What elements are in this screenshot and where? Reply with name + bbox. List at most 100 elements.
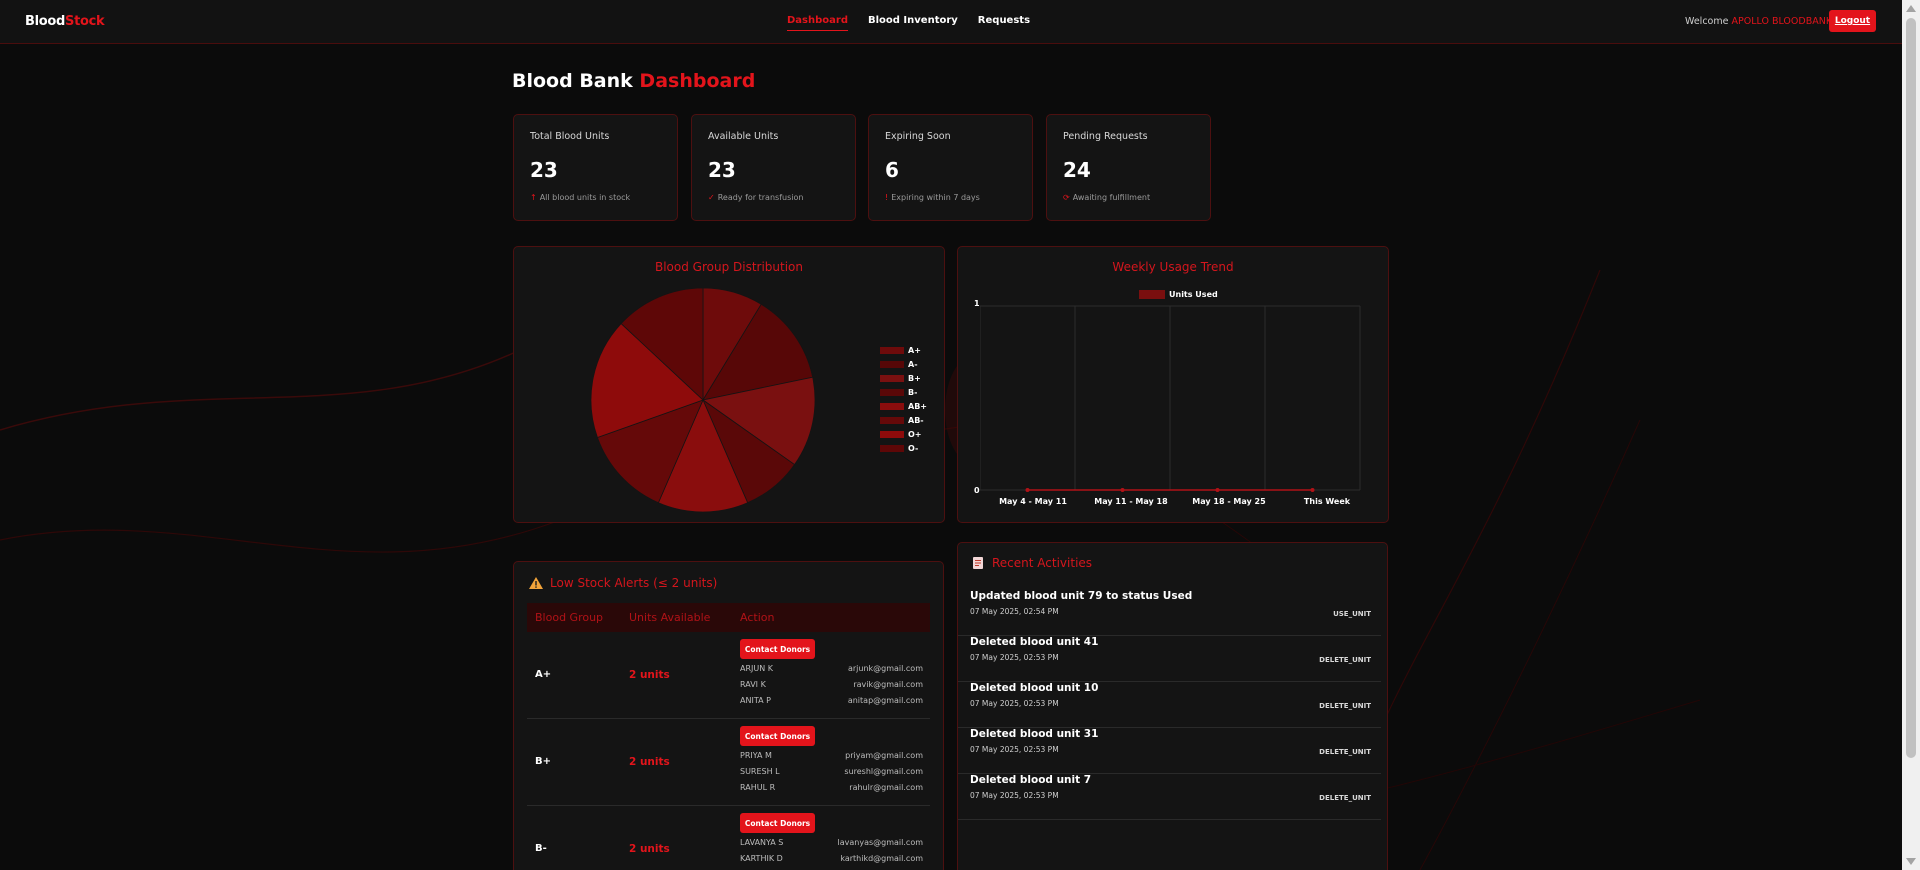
donor-entry: LAVANYA S lavanyas@gmail.com: [740, 838, 923, 847]
legend-swatch: [880, 360, 904, 368]
data-point[interactable]: [1215, 488, 1220, 492]
legend-item[interactable]: B+: [880, 371, 927, 385]
stat-note: ! Expiring within 7 days: [885, 193, 980, 202]
stat-note-text: Expiring within 7 days: [891, 193, 980, 202]
activity-time: 07 May 2025, 02:53 PM: [970, 699, 1059, 708]
activity-item: Updated blood unit 79 to status Used 07 …: [958, 590, 1381, 636]
activity-text: Deleted blood unit 41: [970, 636, 1099, 648]
line-chart-title: Weekly Usage Trend: [1112, 260, 1234, 274]
legend-item[interactable]: O+: [880, 427, 927, 441]
check-icon: ✓: [708, 193, 715, 202]
donor-name: ARJUN K: [740, 664, 774, 673]
donor-email[interactable]: arjunk@gmail.com: [848, 664, 923, 673]
donor-email[interactable]: priyam@gmail.com: [845, 751, 923, 760]
legend-label: O-: [908, 443, 919, 453]
column-header-blood-group: Blood Group: [535, 611, 604, 624]
row-blood-group: B+: [535, 756, 552, 767]
table-row: B+ 2 units Contact Donors PRIYA M priyam@…: [527, 719, 930, 806]
contact-donors-button[interactable]: Contact Donors: [740, 813, 815, 833]
data-point[interactable]: [1310, 488, 1315, 492]
logout-button[interactable]: Logout: [1829, 10, 1876, 32]
activity-item: Deleted blood unit 31 07 May 2025, 02:53…: [958, 728, 1381, 774]
arrow-up-icon: ↑: [530, 193, 537, 202]
legend-label: B+: [908, 373, 921, 383]
scroll-down-arrow-icon[interactable]: [1906, 858, 1916, 865]
exclamation-icon: !: [885, 193, 889, 202]
row-blood-group: B-: [535, 843, 547, 854]
donor-email[interactable]: ravik@gmail.com: [853, 680, 923, 689]
x-tick-label: May 18 - May 25: [1192, 497, 1266, 506]
activity-time: 07 May 2025, 02:54 PM: [970, 607, 1059, 616]
data-point[interactable]: [1120, 488, 1125, 492]
stat-card-total-units: Total Blood Units 23 ↑ All blood units in…: [513, 114, 678, 221]
donor-entry: ANITA P anitap@gmail.com: [740, 696, 923, 705]
refresh-icon: ⟳: [1063, 193, 1070, 202]
donor-name: SURESH L: [740, 767, 780, 776]
stat-card-pending-requests: Pending Requests 24 ⟳ Awaiting fulfillmen…: [1046, 114, 1211, 221]
brand-part1: Blood: [25, 14, 66, 29]
x-tick-label: May 4 - May 11: [999, 497, 1067, 506]
recent-activities-title-text: Recent Activities: [992, 556, 1093, 570]
donor-entry: SURESH L sureshl@gmail.com: [740, 767, 923, 776]
donor-email[interactable]: karthikd@gmail.com: [840, 854, 923, 863]
stat-label: Total Blood Units: [530, 131, 610, 142]
nav-link-dashboard[interactable]: Dashboard: [787, 15, 848, 31]
donor-name: KARTHIK D: [740, 854, 783, 863]
data-point[interactable]: [1025, 488, 1030, 492]
legend-item[interactable]: A+: [880, 343, 927, 357]
line-chart-legend[interactable]: Units Used: [1139, 290, 1218, 299]
legend-label: O+: [908, 429, 922, 439]
activity-type-badge: DELETE_UNIT: [1319, 656, 1371, 664]
welcome-text: Welcome APOLLO BLOODBANK: [1685, 16, 1832, 27]
nav-link-requests[interactable]: Requests: [978, 15, 1030, 31]
donor-name: LAVANYA S: [740, 838, 784, 847]
recent-activities-title: Recent Activities: [972, 556, 1092, 570]
legend-swatch: [880, 374, 904, 382]
column-header-action: Action: [740, 611, 775, 624]
legend-item[interactable]: O-: [880, 441, 927, 455]
pie-legend: A+ A- B+ B- AB+ AB- O+ O-: [880, 343, 927, 455]
donor-email[interactable]: rahulr@gmail.com: [849, 783, 923, 792]
stat-label: Expiring Soon: [885, 131, 951, 142]
activity-text: Deleted blood unit 31: [970, 728, 1099, 740]
legend-item[interactable]: AB+: [880, 399, 927, 413]
blood-group-pie-chart: [590, 287, 816, 513]
donor-email[interactable]: lavanyas@gmail.com: [838, 838, 923, 847]
scroll-up-arrow-icon[interactable]: [1906, 5, 1916, 12]
brand-logo[interactable]: BloodStock: [25, 14, 105, 29]
stat-note: ↑ All blood units in stock: [530, 193, 630, 202]
stat-note-text: Ready for transfusion: [717, 193, 804, 202]
y-tick-label: 1: [974, 299, 980, 308]
donor-name: PRIYA M: [740, 751, 772, 760]
activity-type-badge: DELETE_UNIT: [1319, 794, 1371, 802]
nav-link-blood-inventory[interactable]: Blood Inventory: [868, 15, 958, 31]
legend-item[interactable]: A-: [880, 357, 927, 371]
legend-label: AB+: [908, 401, 927, 411]
stat-label: Pending Requests: [1063, 131, 1148, 142]
activity-item: Deleted blood unit 7 07 May 2025, 02:53 …: [958, 774, 1381, 820]
page-scrollbar[interactable]: [1902, 0, 1920, 870]
donor-name: ANITA P: [740, 696, 771, 705]
donor-name: RAHUL R: [740, 783, 776, 792]
scroll-thumb[interactable]: [1906, 18, 1916, 758]
contact-donors-button[interactable]: Contact Donors: [740, 639, 815, 659]
low-stock-table-header: Blood Group Units Available Action: [527, 603, 930, 632]
activity-time: 07 May 2025, 02:53 PM: [970, 791, 1059, 800]
legend-item[interactable]: B-: [880, 385, 927, 399]
stat-card-available-units: Available Units 23 ✓ Ready for transfusio…: [691, 114, 856, 221]
row-blood-group: A+: [535, 669, 552, 680]
page-title: Blood Bank Dashboard: [512, 70, 755, 92]
activity-type-badge: USE_UNIT: [1333, 610, 1371, 618]
donor-entry: RAHUL R rahulr@gmail.com: [740, 783, 923, 792]
navbar: BloodStock Dashboard Blood Inventory Req…: [0, 0, 1902, 44]
activity-time: 07 May 2025, 02:53 PM: [970, 653, 1059, 662]
donor-email[interactable]: sureshl@gmail.com: [844, 767, 923, 776]
legend-label: Units Used: [1169, 290, 1218, 299]
legend-item[interactable]: AB-: [880, 413, 927, 427]
donor-email[interactable]: anitap@gmail.com: [848, 696, 923, 705]
table-row: B- 2 units Contact Donors LAVANYA S lavan…: [527, 806, 930, 870]
activity-type-badge: DELETE_UNIT: [1319, 748, 1371, 756]
legend-swatch: [880, 346, 904, 354]
contact-donors-button[interactable]: Contact Donors: [740, 726, 815, 746]
legend-swatch: [1139, 290, 1165, 299]
